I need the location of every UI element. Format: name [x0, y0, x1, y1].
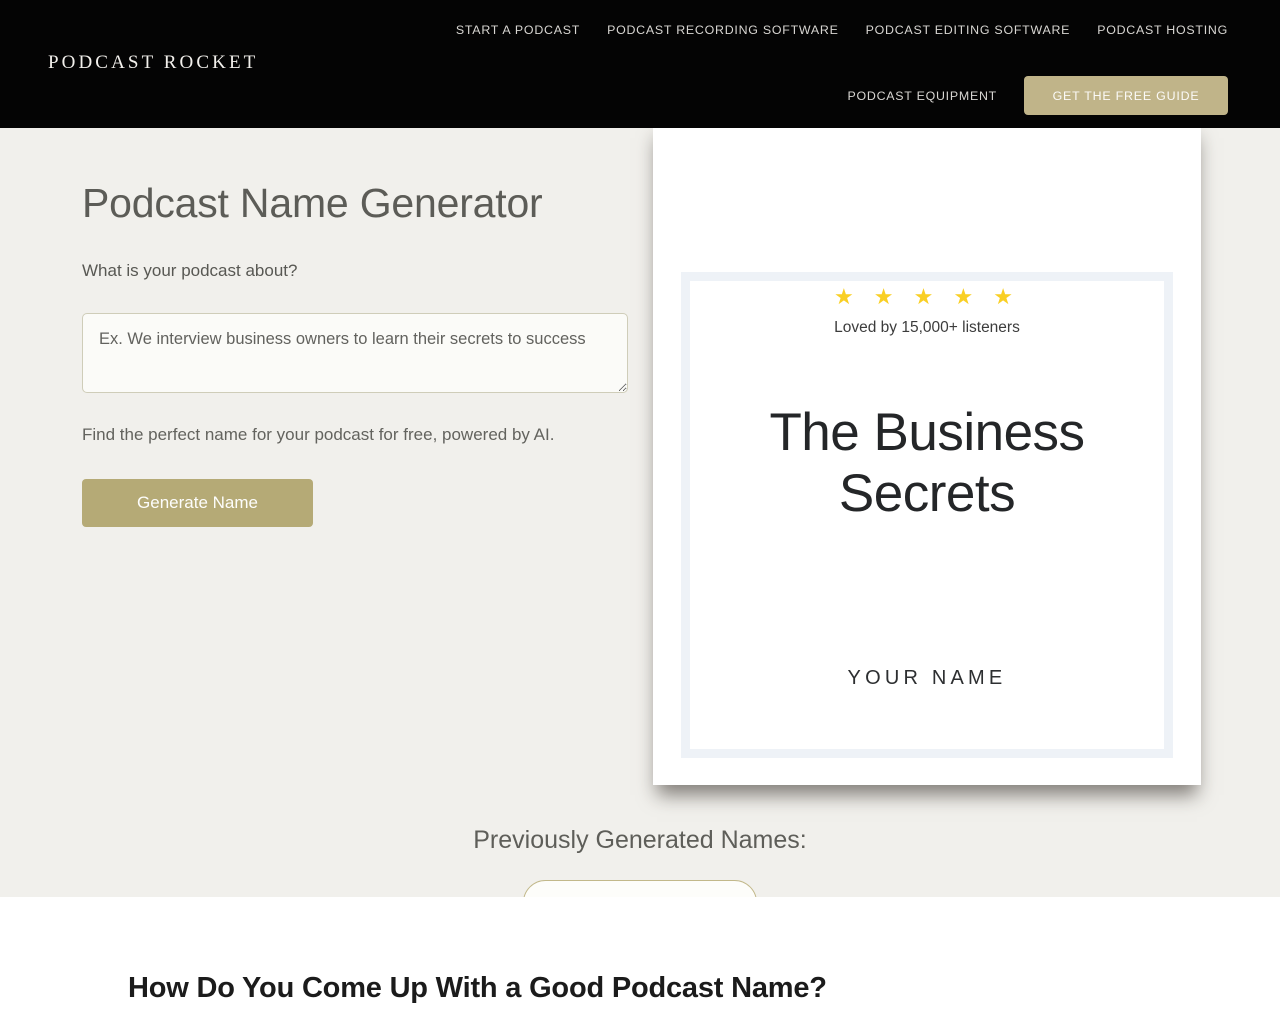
cover-your-name-placeholder: YOUR NAME [847, 667, 1007, 689]
previously-generated-heading: Previously Generated Names: [473, 826, 807, 854]
podcast-cover-preview-card: ★ ★ ★ ★ ★ Loved by 15,000+ listeners The… [653, 128, 1201, 785]
site-header: PODCAST ROCKET START A PODCAST PODCAST R… [0, 0, 1280, 128]
nav-item-start-a-podcast[interactable]: START A PODCAST [456, 23, 580, 37]
previous-name-chip[interactable]: THE BUSINESS SECRETS [522, 880, 758, 897]
previously-generated-list: THE BUSINESS SECRETS [0, 880, 1280, 897]
nav-item-podcast-hosting[interactable]: PODCAST HOSTING [1097, 23, 1228, 37]
site-logo[interactable]: PODCAST ROCKET [48, 52, 258, 74]
generator-form: Podcast Name Generator What is your podc… [82, 180, 628, 527]
hero-section: Podcast Name Generator What is your podc… [0, 128, 1280, 897]
article-section: How Do You Come Up With a Good Podcast N… [0, 897, 1280, 1024]
topic-field-label: What is your podcast about? [82, 261, 298, 281]
nav-item-podcast-equipment[interactable]: PODCAST EQUIPMENT [847, 89, 997, 103]
nav-item-podcast-recording-software[interactable]: PODCAST RECORDING SOFTWARE [607, 23, 839, 37]
podcast-topic-input[interactable] [82, 313, 628, 394]
previously-generated-section: Previously Generated Names: THE BUSINESS… [0, 826, 1280, 897]
secondary-navigation: PODCAST EQUIPMENT GET THE FREE GUIDE [847, 76, 1228, 115]
get-free-guide-button[interactable]: GET THE FREE GUIDE [1024, 76, 1228, 115]
page-title: Podcast Name Generator [82, 180, 543, 226]
article-heading: How Do You Come Up With a Good Podcast N… [128, 972, 827, 1004]
generated-podcast-name: The Business Secrets [769, 403, 1085, 524]
helper-text: Find the perfect name for your podcast f… [82, 425, 555, 445]
star-rating-icon: ★ ★ ★ ★ ★ [833, 284, 1021, 309]
rating-caption: Loved by 15,000+ listeners [834, 319, 1020, 336]
nav-item-podcast-editing-software[interactable]: PODCAST EDITING SOFTWARE [866, 23, 1071, 37]
primary-navigation: START A PODCAST PODCAST RECORDING SOFTWA… [456, 23, 1228, 37]
generate-name-button[interactable]: Generate Name [82, 478, 313, 527]
